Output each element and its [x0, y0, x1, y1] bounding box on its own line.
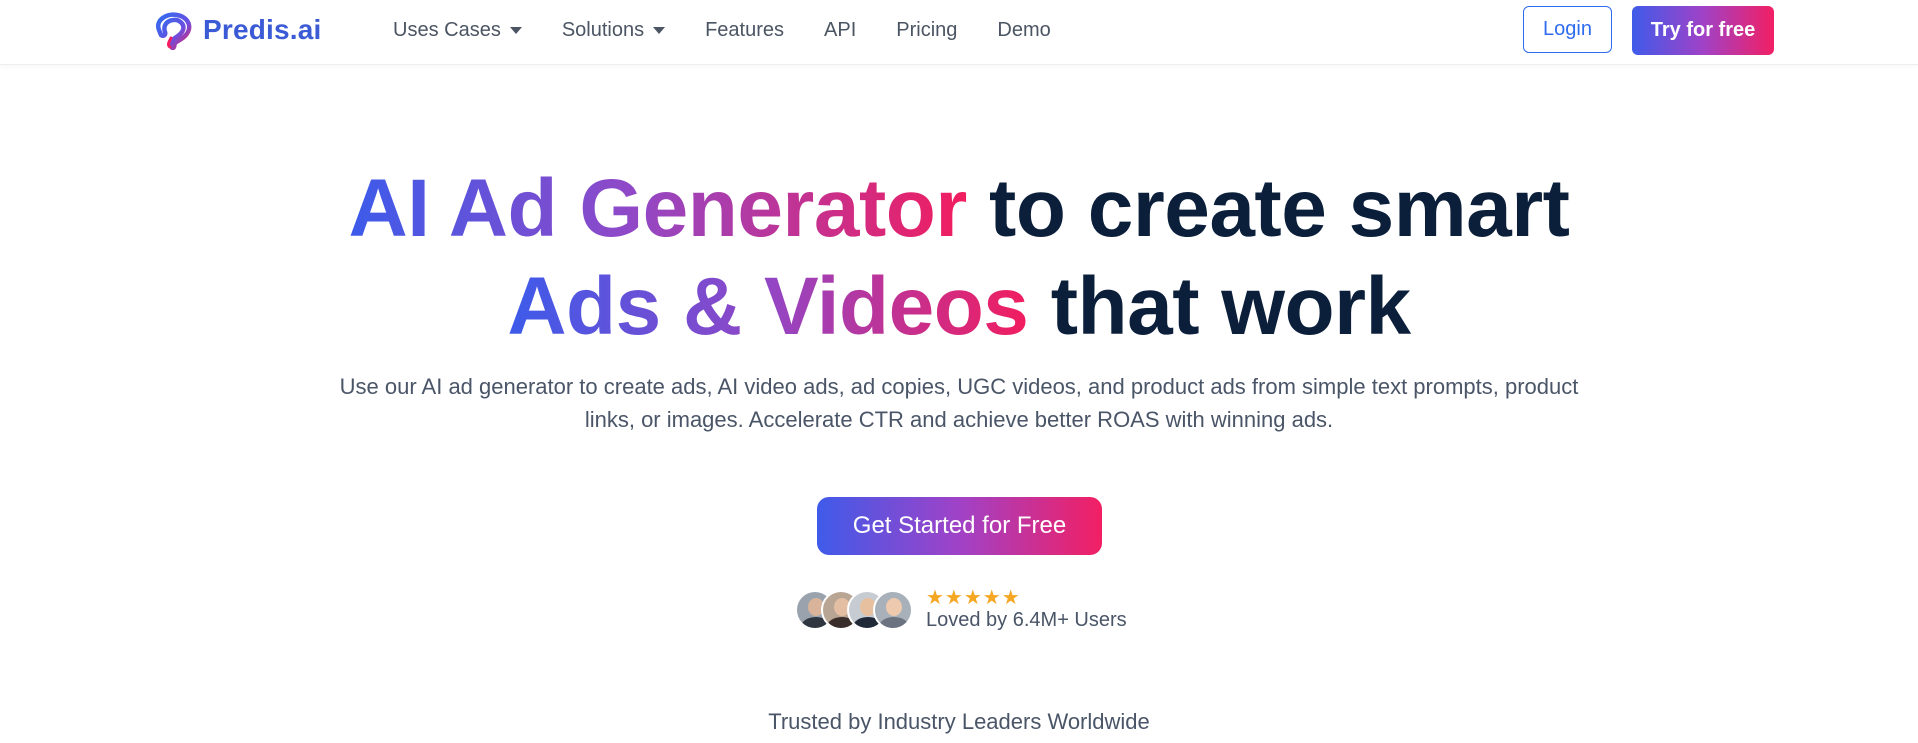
- nav-item-solutions[interactable]: Solutions: [561, 18, 666, 42]
- star-rating-icon: ★★★★★: [926, 587, 1021, 609]
- nav-item-label: Pricing: [896, 18, 958, 41]
- nav-item-label: Demo: [997, 18, 1051, 41]
- nav-item-label: Features: [705, 18, 785, 41]
- logo-icon: [155, 12, 192, 50]
- nav-item-pricing[interactable]: Pricing: [896, 19, 957, 42]
- hero-title-highlight-1: AI Ad Generator: [348, 163, 968, 254]
- nav-item-label: Solutions: [561, 18, 645, 41]
- hero-title-highlight-2: Ads & Videos: [507, 261, 1029, 352]
- logo-text: Predis.ai: [203, 14, 322, 45]
- nav-item-use-cases[interactable]: Uses Cases: [393, 19, 522, 42]
- avatar: [873, 590, 913, 630]
- hero-subtitle: Use our AI ad generator to create ads, A…: [339, 374, 1579, 432]
- nav-item-label: Uses Cases: [393, 18, 501, 41]
- logo[interactable]: Predis.ai: [151, 10, 322, 50]
- hero-title-text-1: to create smart: [966, 163, 1570, 254]
- get-started-button[interactable]: Get Started for Free: [817, 497, 1102, 555]
- hero-title-text-2: that work: [1028, 261, 1411, 352]
- top-navbar: Predis.ai Uses Cases Solutions Features …: [0, 0, 1918, 65]
- main-nav: Uses Cases Solutions Features API Pricin…: [393, 0, 1091, 60]
- nav-item-features[interactable]: Features: [705, 19, 784, 42]
- nav-item-label: API: [824, 18, 857, 41]
- hero-title: AI Ad Generator to create smart Ads & Vi…: [0, 160, 1918, 356]
- nav-item-api[interactable]: API: [824, 19, 856, 42]
- nav-item-demo[interactable]: Demo: [997, 19, 1050, 42]
- caret-down-icon: [509, 26, 522, 34]
- try-for-free-button[interactable]: Try for free: [1632, 6, 1774, 55]
- user-avatars: [795, 590, 915, 632]
- caret-down-icon: [653, 26, 666, 34]
- trusted-by-heading: Trusted by Industry Leaders Worldwide: [768, 709, 1150, 734]
- loved-by-text: Loved by 6.4M+ Users: [926, 609, 1127, 631]
- login-button[interactable]: Login: [1523, 6, 1612, 53]
